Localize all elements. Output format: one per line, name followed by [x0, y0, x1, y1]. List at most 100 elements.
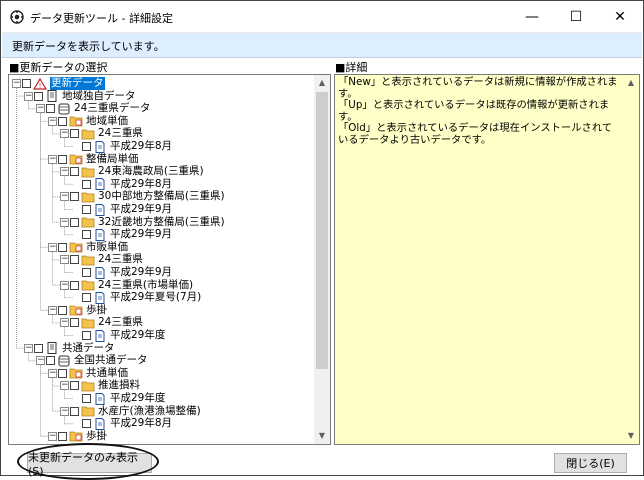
tree-checkbox[interactable] — [82, 268, 91, 277]
tree-node[interactable]: 平成29年8月 — [72, 178, 172, 191]
title-bar[interactable]: データ更新ツール - 詳細設定 — ☐ ✕ — [2, 2, 642, 32]
collapse-toggle-icon[interactable]: − — [60, 318, 69, 328]
tree-node[interactable]: − 歩掛 — [48, 430, 107, 443]
tree-checkbox[interactable] — [82, 142, 91, 151]
tree-node-label[interactable]: 24三重県データ — [74, 102, 150, 115]
tree-checkbox[interactable] — [22, 79, 31, 88]
tree-node[interactable]: − 24三重県 — [60, 127, 143, 140]
tree-node-label[interactable]: 平成29年度 — [110, 392, 165, 405]
tree-node[interactable]: − 30中部地方整備局(三重県) — [60, 190, 225, 203]
tree-node-label[interactable]: 24東海農政局(三重県) — [98, 165, 204, 178]
collapse-toggle-icon[interactable]: − — [60, 129, 69, 139]
tree-checkbox[interactable] — [82, 205, 91, 214]
close-button[interactable]: 閉じる(E) — [554, 453, 627, 473]
tree-node-label[interactable]: 市販単価 — [86, 241, 128, 254]
tree-node[interactable]: −! 更新データ — [12, 77, 105, 90]
tree-node[interactable]: − 24東海農政局(三重県) — [60, 165, 204, 178]
tree-checkbox[interactable] — [46, 356, 55, 366]
tree-node[interactable]: 平成29年度 — [72, 329, 165, 342]
collapse-toggle-icon[interactable]: − — [60, 255, 69, 265]
tree-checkbox[interactable] — [82, 230, 91, 240]
collapse-toggle-icon[interactable]: − — [60, 280, 69, 290]
tree-checkbox[interactable] — [70, 167, 79, 177]
collapse-toggle-icon[interactable]: − — [24, 343, 33, 353]
tree-node[interactable]: − 24三重県 — [60, 316, 143, 329]
collapse-toggle-icon[interactable]: − — [48, 116, 57, 126]
scroll-down-icon[interactable]: ▼ — [314, 428, 330, 444]
tree-checkbox[interactable] — [70, 192, 79, 202]
tree-checkbox[interactable] — [70, 381, 79, 391]
tree-node[interactable]: − 地域単価 — [48, 115, 128, 128]
collapse-toggle-icon[interactable]: − — [60, 406, 69, 416]
tree-checkbox[interactable] — [58, 305, 67, 315]
tree-node[interactable]: − 全国共通データ — [36, 354, 148, 367]
tree-node-label[interactable]: 地域単価 — [86, 115, 128, 128]
show-unupdated-only-button[interactable]: 未更新データのみ表示(S) — [27, 451, 152, 478]
tree-node-label[interactable]: 24三重県 — [98, 127, 143, 140]
tree-node[interactable]: 平成29年9月 — [72, 228, 172, 241]
tree-node-label[interactable]: 平成29年9月 — [110, 266, 172, 279]
tree-node-label[interactable]: 地域独自データ — [62, 90, 136, 103]
detail-scroll-down-icon[interactable]: ▼ — [623, 428, 639, 444]
collapse-toggle-icon[interactable]: − — [48, 431, 57, 441]
tree-node-label[interactable]: 整備局単価 — [86, 153, 139, 166]
tree-node[interactable]: 平成29年9月 — [72, 266, 172, 279]
tree-node[interactable]: − 市販単価 — [48, 241, 128, 254]
tree-node[interactable]: − 32近畿地方整備局(三重県) — [60, 216, 225, 229]
collapse-toggle-icon[interactable]: − — [48, 154, 57, 164]
tree-node-label[interactable]: 推進損料 — [98, 379, 140, 392]
tree-checkbox[interactable] — [46, 104, 55, 114]
close-window-button[interactable]: ✕ — [598, 4, 642, 30]
collapse-toggle-icon[interactable]: − — [60, 217, 69, 227]
tree-node[interactable]: 平成29年8月 — [72, 140, 172, 153]
minimize-button[interactable]: — — [510, 4, 554, 30]
tree-node-label[interactable]: 平成29年8月 — [110, 417, 172, 430]
tree-node[interactable]: − 整備局単価 — [48, 153, 139, 166]
maximize-button[interactable]: ☐ — [554, 4, 598, 30]
tree-node[interactable]: − 地域独自データ — [24, 90, 136, 103]
collapse-toggle-icon[interactable]: − — [60, 381, 69, 391]
tree-checkbox[interactable] — [70, 318, 79, 328]
tree-node-label[interactable]: 24三重県(市場単価) — [98, 279, 193, 292]
tree-checkbox[interactable] — [34, 91, 43, 101]
tree-node-label[interactable]: 平成29年9月 — [110, 228, 172, 241]
tree-node-label[interactable]: 歩掛 — [86, 430, 107, 443]
collapse-toggle-icon[interactable]: − — [12, 79, 21, 88]
detail-scroll-up-icon[interactable]: ▲ — [623, 75, 639, 91]
scroll-up-icon[interactable]: ▲ — [314, 75, 330, 91]
tree-checkbox[interactable] — [58, 431, 67, 441]
collapse-toggle-icon[interactable]: − — [60, 167, 69, 177]
collapse-toggle-icon[interactable]: − — [48, 305, 57, 315]
tree-checkbox[interactable] — [82, 419, 91, 429]
update-data-tree[interactable]: −! 更新データ − 地域独自データ −24三重県データ − 地域単価 −24三重県 平成29年… — [8, 74, 331, 445]
tree-checkbox[interactable] — [58, 154, 67, 164]
tree-node-label[interactable]: 共通単価 — [86, 367, 128, 380]
tree-node-label[interactable]: 平成29年8月 — [110, 178, 172, 191]
collapse-toggle-icon[interactable]: − — [48, 242, 57, 252]
tree-node[interactable]: − 推進損料 — [60, 379, 140, 392]
tree-checkbox[interactable] — [82, 179, 91, 189]
tree-checkbox[interactable] — [58, 368, 67, 378]
tree-node-label[interactable]: 30中部地方整備局(三重県) — [98, 190, 225, 203]
tree-node-label[interactable]: 32近畿地方整備局(三重県) — [98, 216, 225, 229]
detail-scrollbar[interactable]: ▲ ▼ — [623, 75, 639, 444]
tree-checkbox[interactable] — [70, 217, 79, 227]
tree-scrollbar[interactable]: ▲ ▼ — [314, 75, 330, 444]
tree-node[interactable]: − 24三重県 — [60, 253, 143, 266]
collapse-toggle-icon[interactable]: − — [48, 368, 57, 378]
tree-node[interactable]: − 水産庁(漁港漁場整備) — [60, 405, 201, 418]
tree-node-label[interactable]: 24三重県 — [98, 316, 143, 329]
tree-node-label[interactable]: 平成29年夏号(7月) — [110, 291, 201, 304]
tree-node[interactable]: − 共通単価 — [48, 367, 128, 380]
collapse-toggle-icon[interactable]: − — [36, 104, 45, 114]
tree-checkbox[interactable] — [70, 280, 79, 290]
tree-node[interactable]: − 共通データ — [24, 342, 115, 355]
collapse-toggle-icon[interactable]: − — [36, 356, 45, 366]
tree-checkbox[interactable] — [82, 331, 91, 340]
collapse-toggle-icon[interactable]: − — [60, 192, 69, 202]
tree-node[interactable]: 平成29年度 — [72, 392, 165, 405]
tree-node[interactable]: − 24三重県データ — [36, 102, 150, 115]
tree-node-label[interactable]: 共通データ — [62, 342, 115, 355]
tree-node-label[interactable]: 平成29年8月 — [110, 140, 172, 153]
tree-node-label[interactable]: 平成29年度 — [110, 329, 165, 342]
